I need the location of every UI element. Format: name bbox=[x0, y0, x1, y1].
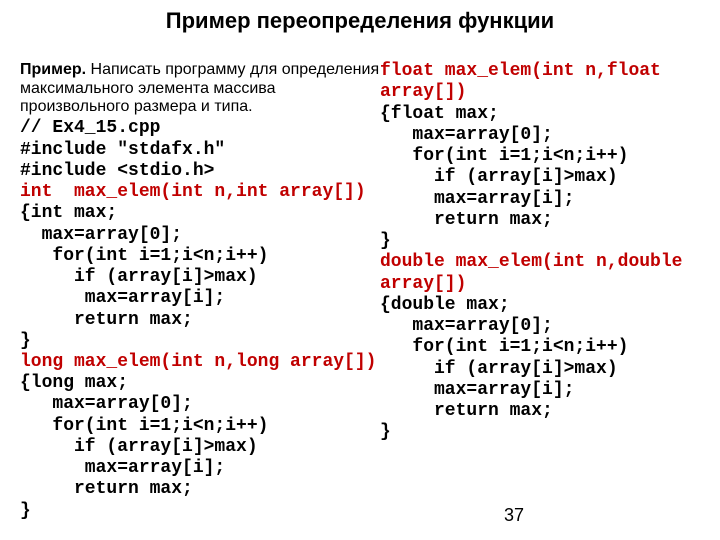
code-line: max=array[i]; bbox=[20, 288, 225, 308]
left-column: Пример. Написать программу для определен… bbox=[20, 40, 380, 522]
code-line: {int max; bbox=[20, 203, 117, 223]
code-line: return max; bbox=[380, 210, 553, 230]
code-line-signature: float max_elem(int n,float bbox=[380, 61, 661, 81]
code-line: if (array[i]>max) bbox=[20, 437, 258, 457]
code-line: if (array[i]>max) bbox=[380, 359, 618, 379]
page-number: 37 bbox=[504, 505, 524, 526]
code-line: #include "stdafx.h" bbox=[20, 140, 225, 160]
code-line: } bbox=[20, 331, 31, 351]
code-line: for(int i=1;i<n;i++) bbox=[380, 146, 628, 166]
code-line-signature: long max_elem(int n,long array[]) bbox=[20, 352, 376, 372]
code-line: for(int i=1;i<n;i++) bbox=[20, 416, 268, 436]
code-line: } bbox=[20, 501, 31, 521]
code-line-signature: array[]) bbox=[380, 82, 466, 102]
example-intro: Пример. Написать программу для определен… bbox=[20, 61, 380, 116]
code-line: if (array[i]>max) bbox=[380, 167, 618, 187]
code-line: if (array[i]>max) bbox=[20, 267, 258, 287]
code-line-signature: double max_elem(int n,double bbox=[380, 252, 682, 272]
page-title: Пример переопределения функции bbox=[0, 0, 720, 40]
code-line: return max; bbox=[20, 479, 193, 499]
code-line-signature: array[]) bbox=[380, 274, 466, 294]
code-line: for(int i=1;i<n;i++) bbox=[20, 246, 268, 266]
content-columns: Пример. Написать программу для определен… bbox=[0, 40, 720, 522]
code-line: return max; bbox=[380, 401, 553, 421]
code-line: max=array[0]; bbox=[380, 125, 553, 145]
code-line: return max; bbox=[20, 310, 193, 330]
code-line: max=array[0]; bbox=[20, 225, 182, 245]
code-line: {long max; bbox=[20, 373, 128, 393]
code-line: max=array[i]; bbox=[20, 458, 225, 478]
right-column: float max_elem(int n,float array[]) {flo… bbox=[380, 40, 704, 522]
code-line-signature: int max_elem(int n,int array[]) bbox=[20, 182, 366, 202]
code-line: for(int i=1;i<n;i++) bbox=[380, 337, 628, 357]
code-line: max=array[i]; bbox=[380, 380, 574, 400]
code-line: #include <stdio.h> bbox=[20, 161, 214, 181]
code-line: {double max; bbox=[380, 295, 510, 315]
code-line: max=array[0]; bbox=[380, 316, 553, 336]
code-line: max=array[i]; bbox=[380, 189, 574, 209]
code-line: max=array[0]; bbox=[20, 394, 193, 414]
code-line: } bbox=[380, 422, 391, 442]
code-line: // Ex4_15.cpp bbox=[20, 118, 160, 138]
code-line: } bbox=[380, 231, 391, 251]
code-line: {float max; bbox=[380, 104, 499, 124]
example-label: Пример. bbox=[20, 61, 86, 78]
